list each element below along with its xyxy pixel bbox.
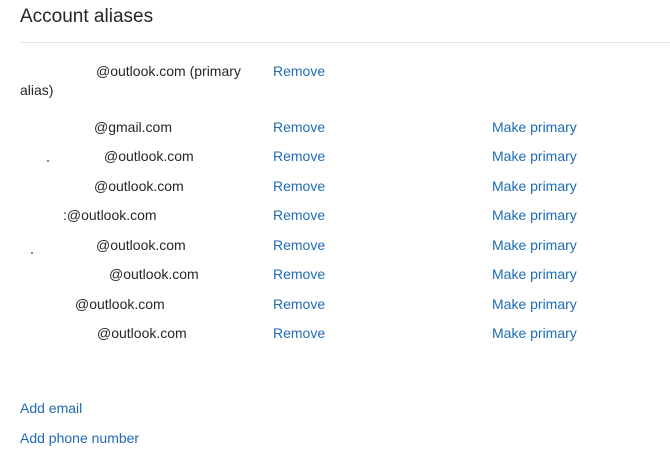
alias-email: @gmail.com [94, 119, 173, 135]
alias-email: @outlook.com [96, 237, 186, 253]
add-email-link[interactable]: Add email [20, 400, 82, 416]
alias-remove-link[interactable]: Remove [273, 119, 325, 135]
alias-remove-link[interactable]: Remove [273, 148, 325, 164]
alias-remove-link[interactable]: Remove [273, 178, 325, 194]
alias-make-primary-link[interactable]: Make primary [492, 207, 577, 223]
alias-email: @outlook.com [109, 266, 199, 282]
alias-make-primary-link[interactable]: Make primary [492, 178, 577, 194]
add-phone-number-link[interactable]: Add phone number [20, 430, 139, 446]
speck [31, 252, 33, 254]
alias-make-primary-link[interactable]: Make primary [492, 148, 577, 164]
alias-email: @outlook.com [97, 325, 187, 341]
alias-remove-link[interactable]: Remove [273, 325, 325, 341]
alias-email: @outlook.com [94, 178, 184, 194]
alias-remove-link[interactable]: Remove [273, 237, 325, 253]
title-divider [20, 42, 670, 43]
alias-remove-link[interactable]: Remove [273, 266, 325, 282]
alias-email: :@outlook.com [63, 207, 157, 223]
alias-remove-link[interactable]: Remove [273, 207, 325, 223]
primary-alias-remove-link[interactable]: Remove [273, 63, 325, 79]
alias-make-primary-link[interactable]: Make primary [492, 237, 577, 253]
alias-make-primary-link[interactable]: Make primary [492, 325, 577, 341]
primary-alias-email-continued: alias) [20, 82, 54, 98]
speck [47, 160, 49, 162]
alias-remove-link[interactable]: Remove [273, 296, 325, 312]
page-title: Account aliases [20, 6, 154, 27]
alias-email: @outlook.com [104, 148, 194, 164]
alias-make-primary-link[interactable]: Make primary [492, 296, 577, 312]
primary-alias-email: @outlook.com (primary [96, 63, 241, 79]
alias-email: @outlook.com [75, 296, 165, 312]
alias-make-primary-link[interactable]: Make primary [492, 266, 577, 282]
alias-make-primary-link[interactable]: Make primary [492, 119, 577, 135]
